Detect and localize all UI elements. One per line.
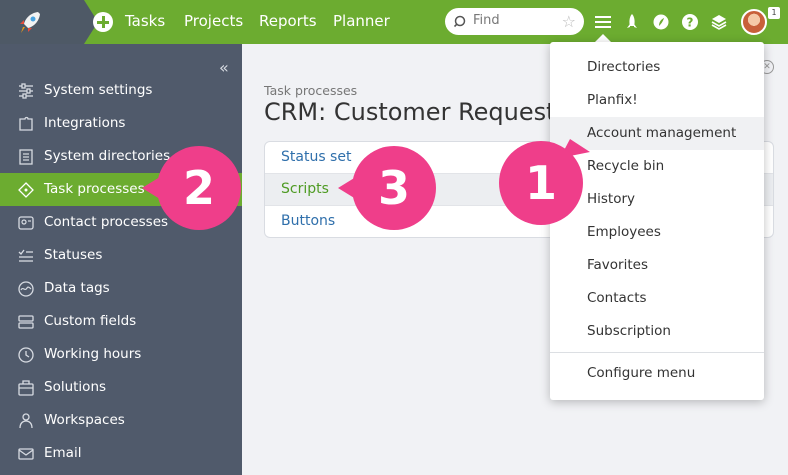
sidebar-item-custom-fields[interactable]: Custom fields bbox=[0, 305, 242, 338]
menu-caret bbox=[595, 34, 611, 42]
rocket-logo-icon bbox=[20, 12, 40, 33]
layers-icon[interactable] bbox=[708, 11, 730, 33]
menu-divider bbox=[550, 352, 764, 353]
menu-item-directories[interactable]: Directories bbox=[550, 51, 764, 84]
svg-text:?: ? bbox=[687, 16, 694, 30]
menu-item-planfix[interactable]: Planfix! bbox=[550, 84, 764, 117]
menu-item-label: Subscription bbox=[587, 323, 671, 339]
sidebar-item-email[interactable]: Email bbox=[0, 437, 242, 470]
sidebar-item-label: Task processes bbox=[44, 181, 145, 197]
sidebar-item-label: System directories bbox=[44, 148, 171, 164]
tag-wave-icon bbox=[18, 281, 34, 297]
nav-planner[interactable]: Planner bbox=[333, 12, 390, 30]
sidebar-item-label: Custom fields bbox=[44, 313, 137, 329]
sidebar-item-label: System settings bbox=[44, 82, 153, 98]
search-input[interactable]: Find ☆ bbox=[445, 8, 584, 35]
tab-label: Status set bbox=[281, 149, 352, 165]
envelope-icon bbox=[18, 448, 34, 460]
sidebar-item-label: Data tags bbox=[44, 280, 110, 296]
workspace-icon bbox=[19, 413, 33, 429]
menu-item-label: Directories bbox=[587, 59, 661, 75]
diamond-icon bbox=[18, 182, 34, 198]
tab-label: Scripts bbox=[281, 181, 329, 197]
hamburger-menu-icon[interactable] bbox=[592, 11, 614, 33]
menu-item-label: Account management bbox=[587, 125, 737, 141]
sidebar-item-label: Solutions bbox=[44, 379, 107, 395]
top-bar: Tasks Projects Reports Planner Find ☆ ? … bbox=[0, 0, 788, 44]
sidebar-item-label: Workspaces bbox=[44, 412, 125, 428]
logo-area[interactable] bbox=[0, 0, 84, 44]
menu-item-employees[interactable]: Employees bbox=[550, 216, 764, 249]
rocket-icon[interactable] bbox=[621, 11, 643, 33]
nav-tasks[interactable]: Tasks bbox=[125, 12, 165, 30]
sidebar-item-solutions[interactable]: Solutions bbox=[0, 371, 242, 404]
menu-item-label: History bbox=[587, 191, 636, 207]
sidebar: « System settings Integrations System di… bbox=[0, 44, 242, 475]
breadcrumb[interactable]: Task processes bbox=[264, 83, 357, 98]
star-icon[interactable]: ☆ bbox=[562, 12, 576, 31]
nav-projects[interactable]: Projects bbox=[184, 12, 243, 30]
sidebar-item-label: Integrations bbox=[44, 115, 126, 131]
sidebar-item-data-tags[interactable]: Data tags bbox=[0, 272, 242, 305]
box-icon bbox=[18, 380, 34, 396]
add-icon[interactable] bbox=[93, 12, 113, 32]
page-title: CRM: Customer Request bbox=[264, 98, 556, 126]
notification-badge: 1 bbox=[768, 7, 780, 19]
search-icon bbox=[454, 15, 466, 28]
help-icon[interactable]: ? bbox=[679, 11, 701, 33]
search-placeholder: Find bbox=[473, 13, 500, 28]
menu-item-configure-menu[interactable]: Configure menu bbox=[550, 357, 764, 390]
book-icon bbox=[19, 149, 33, 165]
menu-item-account-management[interactable]: Account management bbox=[550, 117, 764, 150]
puzzle-icon bbox=[19, 116, 33, 131]
sidebar-item-label: Email bbox=[44, 445, 82, 461]
menu-item-label: Employees bbox=[587, 224, 661, 240]
status-list-icon bbox=[18, 249, 33, 262]
callout-3: 3 bbox=[352, 146, 436, 230]
tab-label: Buttons bbox=[281, 213, 336, 229]
nav-reports[interactable]: Reports bbox=[259, 12, 317, 30]
callout-1: 1 bbox=[499, 141, 583, 225]
menu-item-subscription[interactable]: Subscription bbox=[550, 315, 764, 348]
sidebar-item-statuses[interactable]: Statuses bbox=[0, 239, 242, 272]
sidebar-item-working-hours[interactable]: Working hours bbox=[0, 338, 242, 371]
sidebar-item-label: Contact processes bbox=[44, 214, 169, 230]
menu-item-label: Favorites bbox=[587, 257, 648, 273]
sliders-icon bbox=[19, 83, 33, 99]
menu-item-contacts[interactable]: Contacts bbox=[550, 282, 764, 315]
clock-icon bbox=[18, 347, 34, 363]
menu-item-label: Recycle bin bbox=[587, 158, 665, 174]
sidebar-item-label: Statuses bbox=[44, 247, 103, 263]
fields-icon bbox=[18, 315, 34, 329]
sidebar-item-integrations[interactable]: Integrations bbox=[0, 107, 242, 140]
contact-card-icon bbox=[18, 216, 34, 230]
menu-item-favorites[interactable]: Favorites bbox=[550, 249, 764, 282]
menu-item-label: Configure menu bbox=[587, 365, 696, 381]
user-avatar[interactable] bbox=[741, 9, 767, 35]
sidebar-item-label: Working hours bbox=[44, 346, 142, 362]
callout-2: 2 bbox=[157, 146, 241, 230]
leaf-icon[interactable] bbox=[650, 11, 672, 33]
menu-item-label: Contacts bbox=[587, 290, 647, 306]
menu-item-label: Planfix! bbox=[587, 92, 638, 108]
main-menu-dropdown: Directories Planfix! Account management … bbox=[550, 42, 764, 400]
sidebar-item-system-settings[interactable]: System settings bbox=[0, 74, 242, 107]
sidebar-item-workspaces[interactable]: Workspaces bbox=[0, 404, 242, 437]
